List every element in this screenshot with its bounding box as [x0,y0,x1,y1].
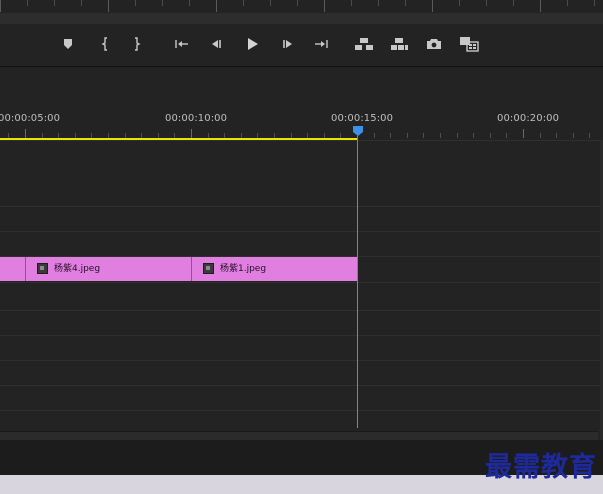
lift-button[interactable] [353,33,375,55]
ruler-tick [513,0,514,6]
ruler-tick [540,133,541,138]
track-divider [0,140,603,141]
horizontal-scrollbar[interactable] [0,431,598,440]
go-to-in-button[interactable] [171,33,193,55]
track-divider [0,410,603,411]
ruler-tick [243,0,244,6]
ruler-tick [297,0,298,6]
ruler-tick [81,0,82,6]
lift-icon [355,38,373,50]
mark-out-button[interactable] [126,33,148,55]
ruler-tick [270,0,271,6]
ruler-tick [108,0,109,12]
step-back-button[interactable] [205,33,227,55]
ruler-tick [473,133,474,138]
track-divider [0,282,603,283]
ruler-tick [423,133,424,138]
ruler-tick [378,0,379,6]
timeline-clip[interactable] [0,257,25,281]
extract-icon [391,38,408,50]
transport-controls-bar [0,24,603,66]
ruler-tick [573,133,574,138]
time-ruler[interactable] [0,128,603,138]
ruler-tick [407,133,408,138]
play-icon [248,38,258,50]
ruler-tick [490,133,491,138]
ruler-tick [25,129,26,138]
camera-icon [427,39,441,49]
track-divider [0,310,603,311]
ruler-tick [459,0,460,6]
ruler-tick [162,0,163,6]
go-to-in-icon [175,40,188,48]
ruler-tick [567,0,568,6]
track-divider [0,385,603,386]
image-clip-icon [203,263,214,274]
add-marker-button[interactable] [57,33,79,55]
go-to-out-icon [315,40,328,48]
ruler-tick [556,133,557,138]
step-forward-icon [283,40,292,48]
ruler-tick [486,0,487,6]
ruler-label-15s: 00:00:15:00 [331,113,394,124]
ruler-label-20s: 00:00:20:00 [497,113,560,124]
compare-icon [460,37,479,52]
ruler-tick [351,0,352,6]
export-frame-button[interactable] [423,33,445,55]
ruler-tick [405,0,406,6]
clip-name: 杨紫4.jpeg [54,264,101,274]
mark-in-button[interactable] [94,33,116,55]
track-divider [0,360,603,361]
mark-in-icon [101,37,107,51]
step-back-icon [212,40,221,48]
playhead-line[interactable] [357,136,358,428]
image-clip-icon [37,263,48,274]
watermark: 最需教育 [485,452,597,483]
extract-button[interactable] [388,33,410,55]
ruler-label-10s: 00:00:10:00 [165,113,228,124]
ruler-tick [374,133,375,138]
ruler-tick [506,133,507,138]
comparison-view-button[interactable] [458,33,480,55]
ruler-tick [594,0,595,6]
ruler-label-5s: 00:00:05:00 [0,113,61,124]
ruler-tick [390,133,391,138]
clip-name: 杨紫1.jpeg [220,264,267,274]
ruler-tick [54,0,55,6]
ruler-tick [540,0,541,12]
track-divider [0,335,603,336]
monitor-scrub-ruler[interactable] [0,0,603,13]
timeline-clip[interactable]: 杨紫1.jpeg [191,257,357,281]
ruler-tick [432,0,433,12]
monitor-scrub-bar[interactable] [0,13,603,24]
ruler-tick [440,133,441,138]
marker-icon [64,39,72,49]
go-to-out-button[interactable] [310,33,332,55]
mark-out-icon [135,37,141,51]
ruler-tick [216,0,217,12]
ruler-tick [135,0,136,6]
track-divider [0,206,603,207]
ruler-tick [523,129,524,138]
ruler-tick [457,133,458,138]
play-button[interactable] [241,33,263,55]
ruler-tick [589,133,590,138]
playhead-handle[interactable] [353,126,363,136]
ruler-tick [27,0,28,6]
ruler-tick [324,0,325,12]
track-divider [0,231,603,232]
step-forward-button[interactable] [277,33,299,55]
timeline-clip[interactable]: 杨紫4.jpeg [25,257,191,281]
ruler-tick [189,0,190,6]
ruler-tick [191,129,192,138]
ruler-tick [0,0,1,12]
